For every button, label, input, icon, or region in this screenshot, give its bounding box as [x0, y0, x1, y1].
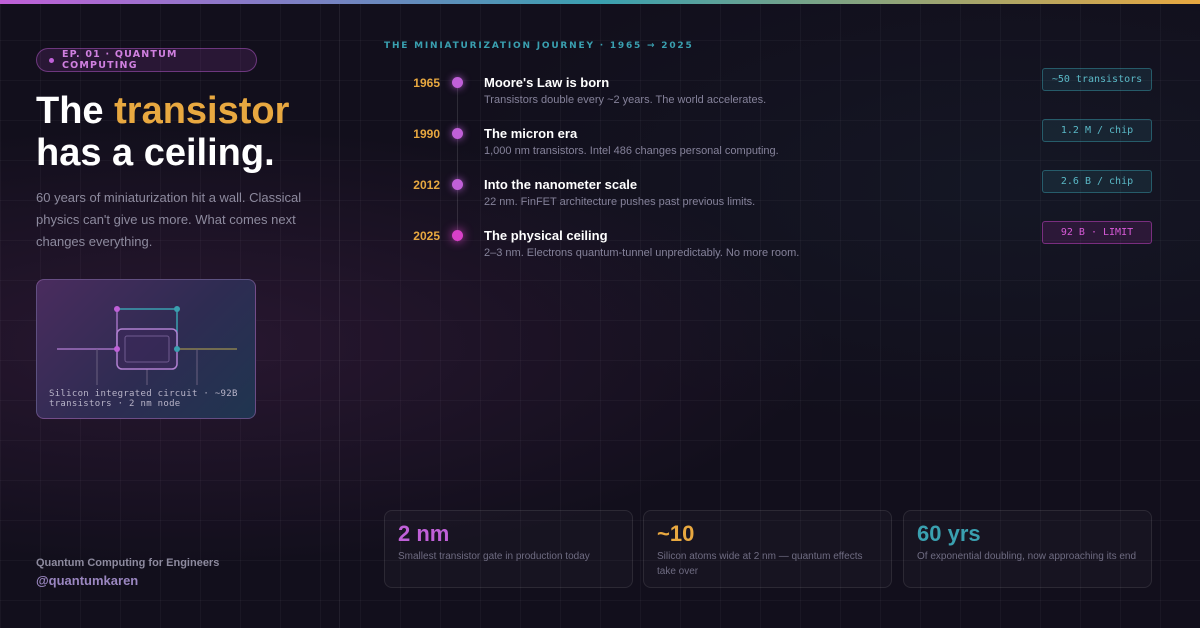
timeline-title: Moore's Law is born	[484, 75, 610, 90]
timeline-item: 1990 The micron era 1,000 nm transistors…	[384, 119, 1154, 166]
title-prefix: The	[36, 90, 115, 132]
episode-badge: EP. 01 · QUANTUM COMPUTING	[36, 48, 257, 72]
timeline-title: The micron era	[484, 126, 578, 141]
timeline-year: 1965	[413, 76, 440, 90]
timeline-tag: 1.2 M / chip	[1042, 119, 1152, 142]
timeline-item: 2025 The physical ceiling 2–3 nm. Electr…	[384, 221, 1154, 268]
timeline-item: 2012 Into the nanometer scale 22 nm. Fin…	[384, 170, 1154, 217]
stat-value: ~10	[657, 521, 695, 546]
timeline-description: 1,000 nm transistors. Intel 486 changes …	[484, 145, 779, 157]
timeline-dot-icon	[452, 230, 463, 241]
circuit-node-4	[174, 346, 180, 352]
timeline-description: 2–3 nm. Electrons quantum-tunnel unpredi…	[484, 247, 800, 259]
circuit-node-3	[114, 346, 120, 352]
circuit-image-card: Silicon integrated circuit · ~92B transi…	[36, 279, 256, 419]
timeline-title: The physical ceiling	[484, 228, 608, 243]
series-name: Quantum Computing for Engineers	[36, 557, 220, 569]
stat-value: 60 yrs	[917, 521, 981, 546]
timeline-year: 1990	[413, 127, 440, 141]
stat-card: 60 yrs Of exponential doubling, now appr…	[903, 510, 1152, 588]
thumbnail-page: EP. 01 · QUANTUM COMPUTING The transisto…	[0, 0, 1200, 628]
timeline-tag: 2.6 B / chip	[1042, 170, 1152, 193]
badge-label: EP. 01 · QUANTUM COMPUTING	[61, 49, 178, 71]
stat-label: Of exponential doubling, now approaching…	[917, 551, 1137, 562]
timeline-year: 2025	[413, 229, 440, 243]
intro-text: 60 years of miniaturization hit a wall. …	[36, 190, 302, 249]
gradient-top-bar	[0, 0, 1200, 4]
stat-card: 2 nm Smallest transistor gate in product…	[384, 510, 633, 588]
timeline-dot-icon	[452, 128, 463, 139]
page-title: The transistor has a ceiling.	[36, 90, 336, 174]
chip-outline	[116, 328, 178, 370]
circuit-caption: Silicon integrated circuit · ~92B transi…	[49, 389, 238, 409]
timeline-description: 22 nm. FinFET architecture pushes past p…	[484, 196, 756, 208]
timeline-dot-icon	[452, 77, 463, 88]
timeline-description: Transistors double every ~2 years. The w…	[484, 94, 767, 106]
timeline-item: 1965 Moore's Law is born Transistors dou…	[384, 68, 1154, 115]
author-handle: @quantumkaren	[36, 573, 139, 588]
title-line-2: has a ceiling.	[36, 132, 275, 174]
circuit-node-2	[174, 306, 180, 312]
stat-label: Smallest transistor gate in production t…	[398, 551, 590, 562]
timeline-heading: THE MINIATURIZATION JOURNEY · 1965 → 202…	[384, 41, 694, 51]
circuit-node-1	[114, 306, 120, 312]
timeline-dot-icon	[452, 179, 463, 190]
timeline-tag: ~50 transistors	[1042, 68, 1152, 91]
timeline-tag-limit: 92 B · LIMIT	[1042, 221, 1152, 244]
stat-card: ~10 Silicon atoms wide at 2 nm — quantum…	[643, 510, 892, 588]
stat-value: 2 nm	[398, 521, 450, 546]
badge-dot-icon	[49, 57, 54, 63]
column-divider	[339, 4, 340, 628]
timeline-title: Into the nanometer scale	[484, 177, 638, 192]
title-accent: transistor	[114, 90, 290, 132]
timeline-year: 2012	[413, 178, 440, 192]
stat-label: Silicon atoms wide at 2 nm — quantum eff…	[657, 551, 863, 577]
